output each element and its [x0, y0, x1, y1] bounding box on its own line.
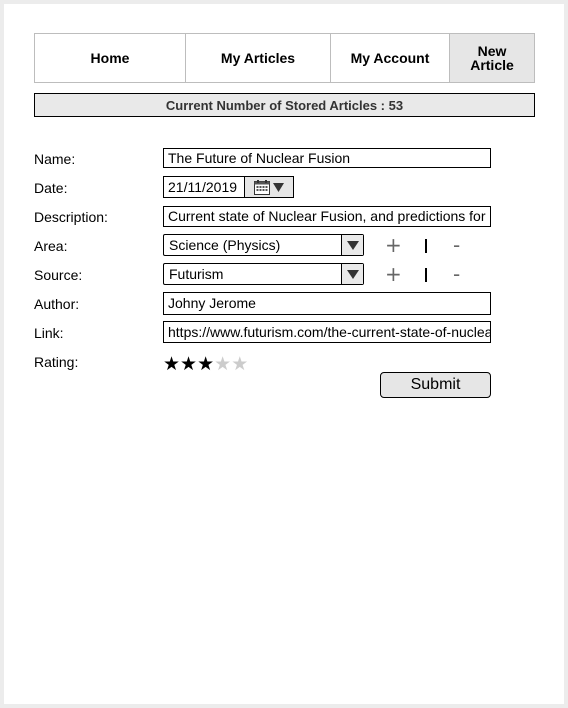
- source-divider: [425, 268, 427, 282]
- submit-button[interactable]: Submit: [380, 372, 491, 398]
- dropdown-arrow-icon[interactable]: [341, 235, 363, 255]
- link-label: Link:: [34, 325, 64, 341]
- rating-label: Rating:: [34, 354, 79, 370]
- area-select-value: Science (Physics): [169, 237, 281, 253]
- page: Home My Articles My Account New Article …: [4, 4, 564, 704]
- date-field[interactable]: 21/11/2019: [163, 176, 245, 198]
- rating-stars[interactable]: ★ ★ ★ ★ ★: [163, 354, 248, 374]
- date-picker-button[interactable]: [244, 176, 294, 198]
- tab-home[interactable]: Home: [35, 34, 186, 82]
- dropdown-arrow-icon[interactable]: [341, 264, 363, 284]
- source-add-button[interactable]: +: [385, 264, 402, 284]
- star-icon[interactable]: ★: [180, 354, 197, 374]
- tab-my-account[interactable]: My Account: [331, 34, 450, 82]
- calendar-icon: [254, 179, 270, 195]
- star-icon[interactable]: ★: [163, 354, 180, 374]
- name-field[interactable]: The Future of Nuclear Fusion: [163, 148, 491, 168]
- area-select[interactable]: Science (Physics): [163, 234, 364, 256]
- chevron-down-icon: [273, 182, 284, 192]
- area-divider: [425, 239, 427, 253]
- area-add-button[interactable]: +: [385, 235, 402, 255]
- star-icon[interactable]: ★: [231, 354, 248, 374]
- tab-new-article[interactable]: New Article: [450, 34, 534, 82]
- star-icon[interactable]: ★: [197, 354, 214, 374]
- description-field[interactable]: Current state of Nuclear Fusion, and pre…: [163, 206, 491, 227]
- source-remove-button[interactable]: -: [453, 264, 460, 284]
- tab-new-article-line2: Article: [470, 57, 514, 73]
- tab-my-articles[interactable]: My Articles: [186, 34, 331, 82]
- author-field[interactable]: Johny Jerome: [163, 292, 491, 315]
- area-remove-button[interactable]: -: [453, 235, 460, 255]
- tab-new-article-line1: New: [477, 43, 507, 59]
- source-select-value: Futurism: [169, 266, 224, 282]
- date-label: Date:: [34, 180, 68, 196]
- area-label: Area:: [34, 238, 68, 254]
- source-label: Source:: [34, 267, 83, 283]
- author-label: Author:: [34, 296, 80, 312]
- article-count-banner: Current Number of Stored Articles : 53: [34, 93, 535, 117]
- source-select[interactable]: Futurism: [163, 263, 364, 285]
- name-label: Name:: [34, 151, 76, 167]
- link-field[interactable]: https://www.futurism.com/the-current-sta…: [163, 321, 491, 343]
- description-label: Description:: [34, 209, 108, 225]
- nav-bar: Home My Articles My Account New Article: [34, 33, 535, 83]
- star-icon[interactable]: ★: [214, 354, 231, 374]
